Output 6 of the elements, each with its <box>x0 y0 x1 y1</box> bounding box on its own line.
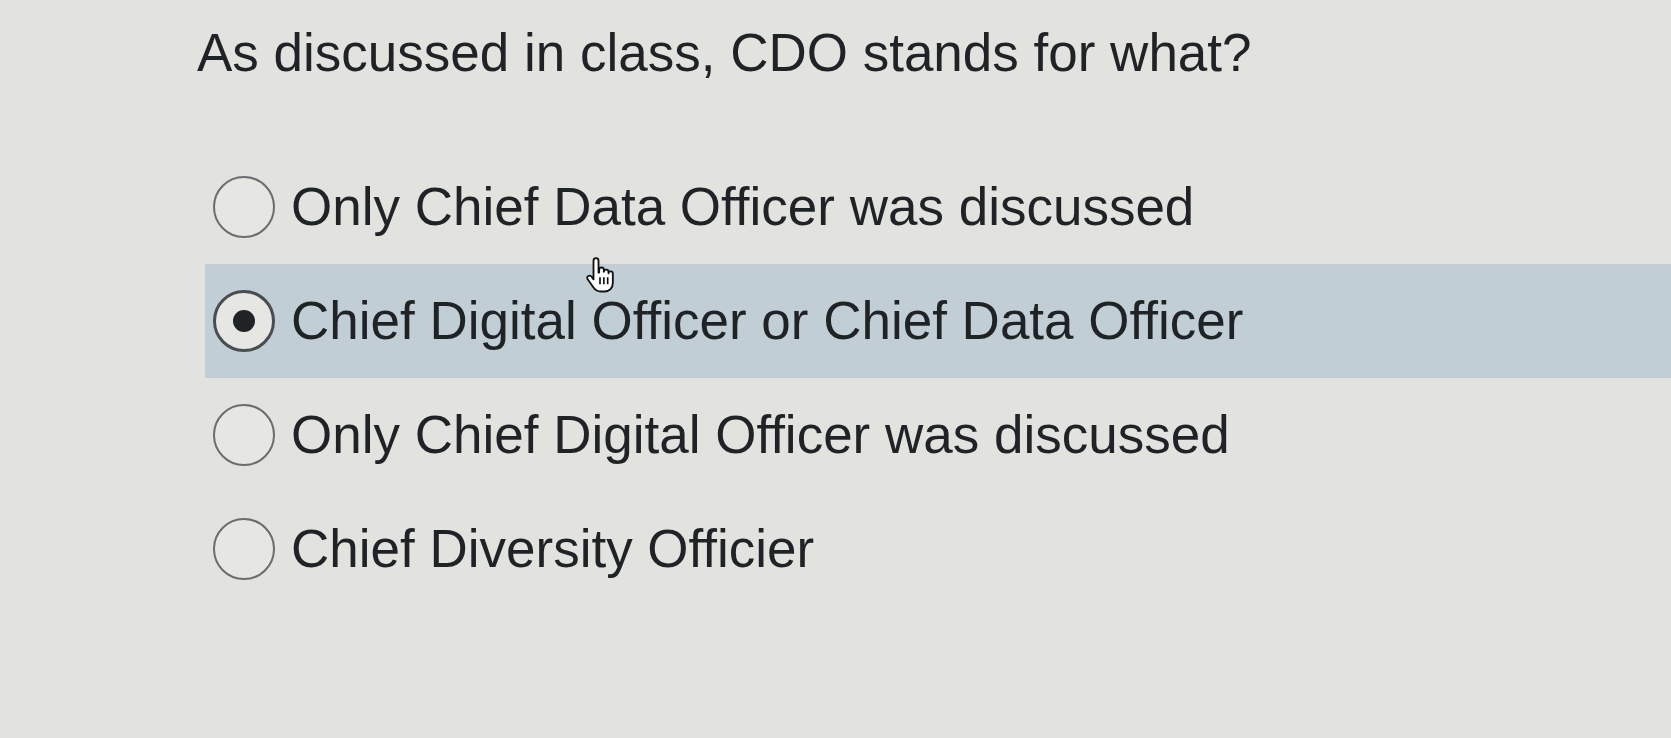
option-text[interactable]: Chief Diversity Officier <box>291 518 815 580</box>
option-text[interactable]: Only Chief Data Officer was discussed <box>291 176 1195 238</box>
option-text[interactable]: Chief Digital Officer or Chief Data Officer <box>291 290 1244 352</box>
option-text[interactable]: Only Chief Digital Officer was discussed <box>291 404 1230 466</box>
question-text: As discussed in class, CDO stands for what? <box>197 22 1252 84</box>
selected-option-highlight[interactable]: Chief Digital Officer or Chief Data Officer <box>205 264 1671 378</box>
